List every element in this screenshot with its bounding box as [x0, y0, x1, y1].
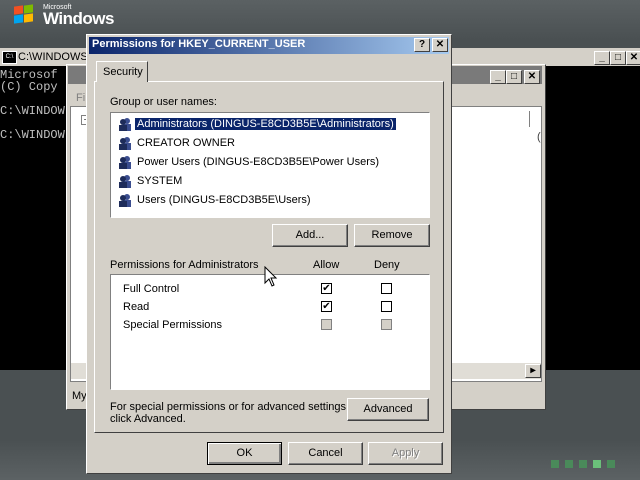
maximize-icon[interactable]: □ [506, 70, 522, 84]
regedit-menu-file[interactable]: Fi [76, 92, 85, 104]
maximize-icon[interactable]: □ [610, 51, 626, 65]
console-line: (C) Copy [0, 80, 58, 94]
deny-checkbox[interactable] [381, 319, 392, 330]
console-icon: C:\ [2, 51, 17, 64]
deny-checkbox[interactable] [381, 301, 392, 312]
user-group-icon [119, 137, 131, 150]
advanced-note: For special permissions or for advanced … [110, 401, 350, 413]
cancel-button[interactable]: Cancel [288, 442, 363, 465]
remove-button[interactable]: Remove [354, 224, 430, 247]
close-icon[interactable]: ✕ [432, 38, 448, 52]
deny-checkbox[interactable] [381, 283, 392, 294]
table-row: Read ✔ [111, 298, 429, 316]
help-icon[interactable]: ? [414, 38, 430, 52]
allow-checkbox[interactable] [321, 319, 332, 330]
minimize-icon[interactable]: _ [594, 51, 610, 65]
user-name: Users (DINGUS-E8CD3B5E\Users) [137, 194, 311, 206]
column-header-fragment [529, 111, 542, 127]
group-names-label: Group or user names: [110, 96, 217, 108]
desktop-decoration [593, 460, 601, 468]
user-group-icon [119, 118, 131, 131]
user-name: SYSTEM [137, 175, 183, 187]
console-line: C:\WINDOW [0, 104, 65, 118]
allow-checkbox[interactable]: ✔ [321, 283, 332, 294]
desktop-decoration [579, 460, 587, 468]
list-item[interactable]: Power Users (DINGUS-E8CD3B5E\Power Users… [115, 153, 429, 171]
value-column-fragment: ( [537, 131, 541, 143]
logo-text: Windows [43, 9, 114, 28]
advanced-button[interactable]: Advanced [347, 398, 429, 421]
minimize-icon[interactable]: _ [490, 70, 506, 84]
tab-security[interactable]: Security [96, 61, 148, 82]
apply-button[interactable]: Apply [368, 442, 443, 465]
list-item[interactable]: CREATOR OWNER [115, 134, 429, 152]
permission-name: Special Permissions [123, 319, 223, 331]
advanced-note: click Advanced. [110, 413, 186, 425]
user-group-icon [119, 175, 131, 188]
console-line: C:\WINDOW [0, 128, 65, 142]
user-name: Administrators (DINGUS-E8CD3B5E\Administ… [135, 118, 396, 130]
list-item[interactable]: Administrators (DINGUS-E8CD3B5E\Administ… [115, 115, 429, 133]
scroll-right-icon[interactable]: ▸ [525, 364, 541, 378]
user-group-icon [119, 156, 131, 169]
dialog-title: Permissions for HKEY_CURRENT_USER [92, 38, 306, 50]
user-name: Power Users (DINGUS-E8CD3B5E\Power Users… [137, 156, 380, 168]
desktop-decoration [565, 460, 573, 468]
permission-name: Full Control [123, 283, 180, 295]
permissions-list: Full Control ✔ Read ✔ Special Permission… [110, 274, 430, 390]
close-icon[interactable]: ✕ [626, 51, 640, 65]
users-listbox[interactable]: Administrators (DINGUS-E8CD3B5E\Administ… [110, 112, 430, 218]
permission-name: Read [123, 301, 150, 313]
mouse-cursor-icon [264, 266, 278, 287]
allow-checkbox[interactable]: ✔ [321, 301, 332, 312]
list-item[interactable]: Users (DINGUS-E8CD3B5E\Users) [115, 191, 429, 209]
user-name: CREATOR OWNER [137, 137, 235, 149]
close-icon[interactable]: ✕ [524, 70, 540, 84]
add-button[interactable]: Add... [272, 224, 348, 247]
tab-security-label: Security [103, 66, 143, 78]
windows-flag-icon [14, 4, 36, 25]
desktop-decoration [551, 460, 559, 468]
permissions-for-label: Permissions for Administrators [110, 259, 259, 271]
list-item[interactable]: SYSTEM [115, 172, 429, 190]
deny-column-header: Deny [374, 259, 400, 271]
desktop-decoration [607, 460, 615, 468]
console-title: C:\WINDOWS [18, 51, 88, 63]
ok-button[interactable]: OK [207, 442, 282, 465]
table-row: Special Permissions [111, 316, 429, 334]
allow-column-header: Allow [313, 259, 340, 271]
user-group-icon [119, 194, 131, 207]
